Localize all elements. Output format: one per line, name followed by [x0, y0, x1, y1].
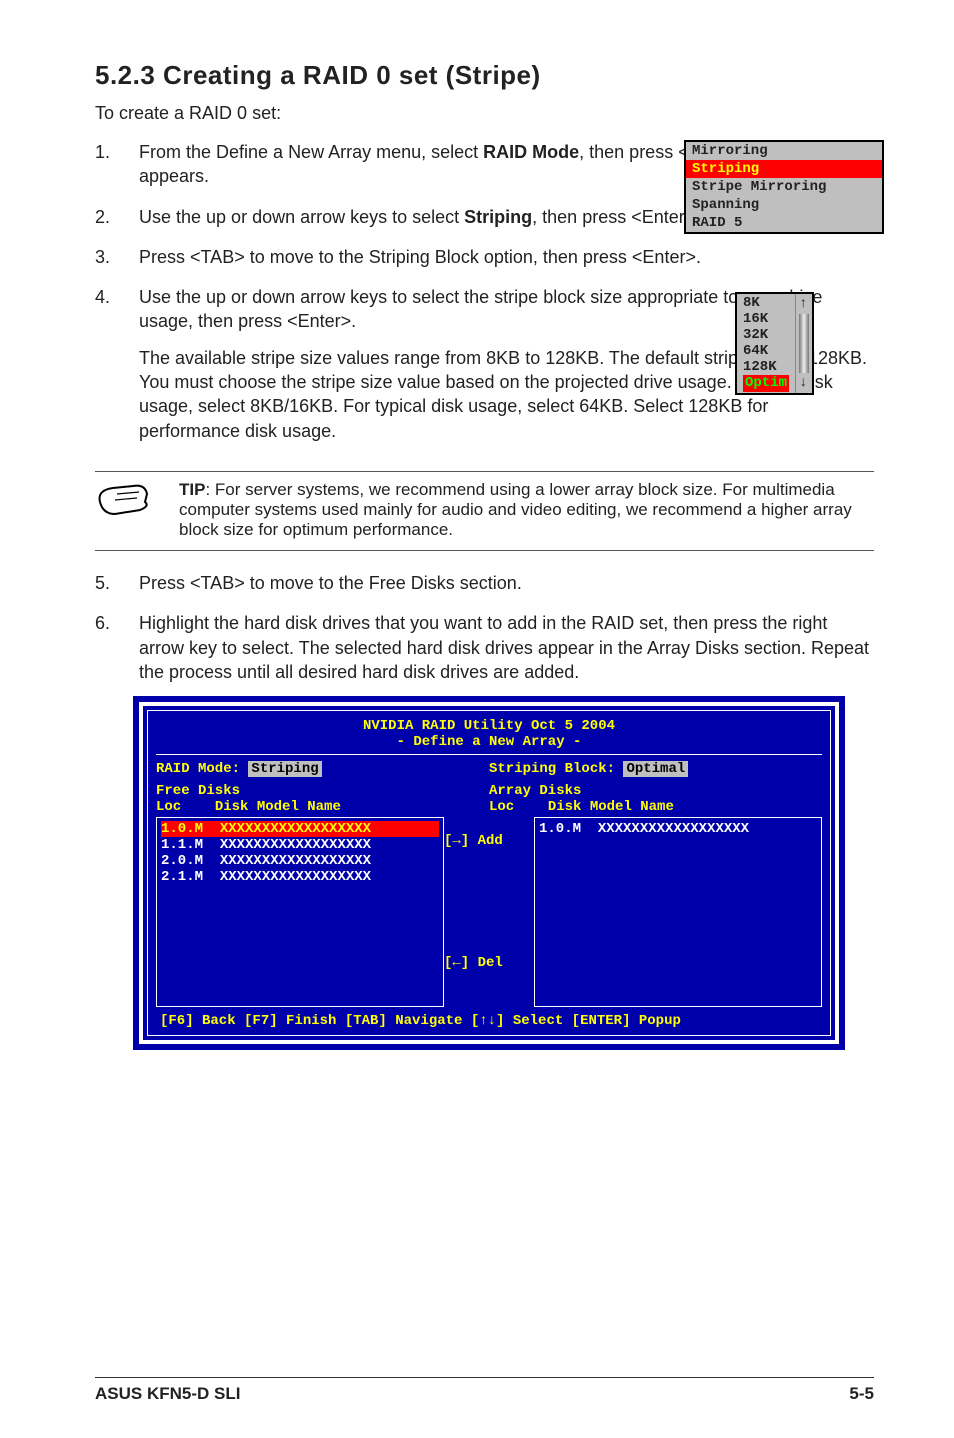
free-disks-box: 1.0.M XXXXXXXXXXXXXXXXXX 1.1.M XXXXXXXXX…	[156, 817, 444, 1007]
raid-mode-value[interactable]: Striping	[248, 761, 321, 777]
disk-row[interactable]: 1.1.M XXXXXXXXXXXXXXXXXX	[161, 837, 439, 853]
footer-product: ASUS KFN5-D SLI	[95, 1384, 240, 1404]
arrow-up-icon[interactable]: ↑	[799, 296, 809, 312]
add-action[interactable]: [→] Add	[444, 833, 503, 849]
popup-item[interactable]: Mirroring	[686, 142, 882, 160]
striping-block-label: Striping Block:	[489, 761, 615, 777]
bios-footer-hints: [F6] Back [F7] Finish [TAB] Navigate [↑↓…	[156, 1007, 822, 1035]
scrollbar[interactable]: ↑ ↓	[795, 294, 812, 393]
step-number: 5.	[95, 571, 139, 595]
disk-row[interactable]: 1.0.M XXXXXXXXXXXXXXXXXX	[539, 821, 817, 837]
bios-screen: NVIDIA RAID Utility Oct 5 2004 - Define …	[139, 702, 839, 1044]
col-loc: Loc	[489, 799, 514, 815]
intro-text: To create a RAID 0 set:	[95, 103, 874, 124]
block-item-selected[interactable]: Optim	[743, 375, 789, 391]
block-item[interactable]: 128K	[743, 359, 789, 375]
array-disks-heading: Array Disks	[489, 783, 822, 799]
scrollbar-track[interactable]	[799, 314, 809, 373]
hand-pointing-icon	[95, 480, 155, 522]
popup-item[interactable]: Spanning	[686, 196, 882, 214]
step-body: Highlight the hard disk drives that you …	[139, 611, 874, 684]
disk-row-selected[interactable]: 1.0.M XXXXXXXXXXXXXXXXXX	[161, 821, 439, 837]
section-heading: 5.2.3 Creating a RAID 0 set (Stripe)	[95, 60, 874, 91]
disk-row[interactable]: 2.1.M XXXXXXXXXXXXXXXXXX	[161, 869, 439, 885]
steps-list-b: 5. Press <TAB> to move to the Free Disks…	[95, 571, 874, 684]
striping-block-value[interactable]: Optimal	[623, 761, 688, 777]
popup-item-selected[interactable]: Striping	[686, 160, 882, 178]
transfer-actions: [→] Add [←] Del	[444, 815, 534, 1007]
block-item[interactable]: 8K	[743, 295, 789, 311]
arrow-down-icon[interactable]: ↓	[799, 375, 809, 391]
raid-mode-popup: Mirroring Striping Stripe Mirroring Span…	[684, 140, 884, 234]
step-body: Press <TAB> to move to the Striping Bloc…	[139, 245, 874, 269]
step-number: 4.	[95, 285, 139, 455]
del-action[interactable]: [←] Del	[444, 955, 503, 971]
bios-subtitle: - Define a New Array -	[156, 734, 822, 755]
tip-callout: TIP: For server systems, we recommend us…	[95, 471, 874, 551]
free-disks-heading: Free Disks	[156, 783, 489, 799]
footer-page-number: 5-5	[849, 1384, 874, 1404]
step-number: 3.	[95, 245, 139, 269]
bios-title: NVIDIA RAID Utility Oct 5 2004	[156, 715, 822, 734]
col-model: Disk Model Name	[215, 799, 341, 815]
tip-text: TIP: For server systems, we recommend us…	[179, 480, 874, 540]
block-item[interactable]: 64K	[743, 343, 789, 359]
step-number: 2.	[95, 205, 139, 229]
step-number: 6.	[95, 611, 139, 684]
page-footer: ASUS KFN5-D SLI 5-5	[95, 1377, 874, 1404]
popup-item[interactable]: RAID 5	[686, 214, 882, 232]
striping-block-popup: 8K 16K 32K 64K 128K Optim ↑ ↓	[735, 292, 814, 395]
raid-mode-label: RAID Mode:	[156, 761, 240, 777]
disk-row[interactable]: 2.0.M XXXXXXXXXXXXXXXXXX	[161, 853, 439, 869]
step-number: 1.	[95, 140, 139, 189]
block-item[interactable]: 16K	[743, 311, 789, 327]
array-disks-box: 1.0.M XXXXXXXXXXXXXXXXXX	[534, 817, 822, 1007]
col-loc: Loc	[156, 799, 181, 815]
popup-item[interactable]: Stripe Mirroring	[686, 178, 882, 196]
step-body: Press <TAB> to move to the Free Disks se…	[139, 571, 874, 595]
block-item[interactable]: 32K	[743, 327, 789, 343]
col-model: Disk Model Name	[548, 799, 674, 815]
